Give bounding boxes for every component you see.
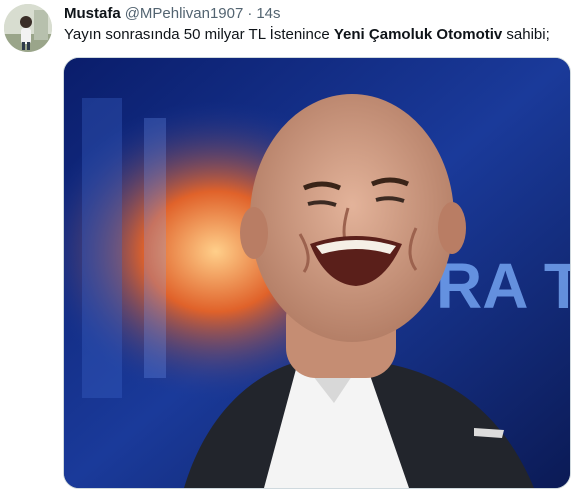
tweet-header: Mustafa @MPehlivan1907 · 14s — [64, 4, 281, 24]
tweet-text-end: sahibi; — [502, 26, 550, 43]
tweet-text-bold: Yeni Çamoluk Otomotiv — [333, 26, 503, 43]
tweet-timestamp[interactable]: 14s — [256, 4, 280, 24]
tweet[interactable]: Mustafa @MPehlivan1907 · 14s Yayın sonra… — [0, 0, 582, 489]
tweet-text: Yayın sonrasında 50 milyar TL İstenince … — [64, 25, 574, 45]
author-name[interactable]: Mustafa — [64, 4, 121, 24]
tweet-text-start: Yayın sonrasında 50 milyar TL İstenince — [64, 26, 334, 43]
avatar-photo — [4, 4, 52, 52]
author-avatar[interactable] — [4, 4, 52, 52]
author-handle[interactable]: @MPehlivan1907 — [125, 4, 244, 24]
video-frame: RA TE — [64, 58, 570, 488]
tweet-video[interactable]: RA TE — [63, 57, 571, 489]
separator-dot: · — [247, 5, 253, 22]
studio-backdrop-text: RA TE — [436, 250, 570, 322]
